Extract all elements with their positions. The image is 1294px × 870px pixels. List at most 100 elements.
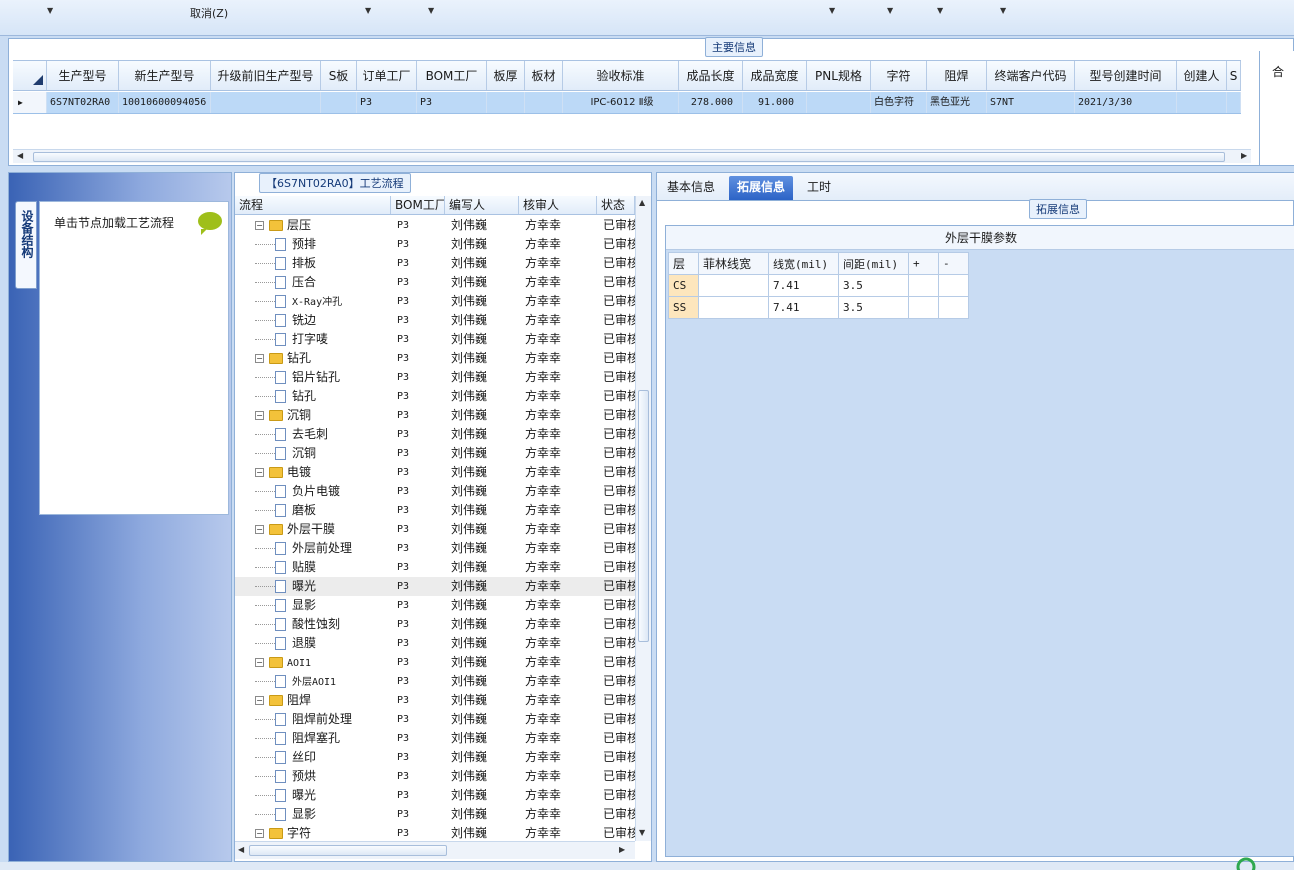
tree-node[interactable]: 酸性蚀刻 — [235, 615, 391, 634]
column-header[interactable]: 创建人 — [1177, 61, 1227, 90]
dropdown-arrow-icon[interactable]: ▼ — [829, 6, 835, 15]
tree-node[interactable]: 外层前处理 — [235, 539, 391, 558]
grid-cell[interactable]: 白色字符 — [871, 92, 927, 113]
tree-group-row[interactable]: − 阻焊 P3 刘伟巍 方幸幸 已审核 — [235, 691, 635, 710]
tab-extended-info[interactable]: 拓展信息 — [729, 176, 794, 200]
tree-group-row[interactable]: − 外层干膜 P3 刘伟巍 方幸幸 已审核 — [235, 520, 635, 539]
main-grid-row[interactable]: ▶ 6S7NT02RA0 10010600094056 P3 P3 IPC-6012 Ⅱ级… — [13, 92, 1241, 114]
film-cell[interactable] — [698, 296, 769, 319]
grid-cell[interactable]: S7NT — [987, 92, 1075, 113]
tree-column-header[interactable]: 流程 — [235, 196, 391, 214]
grid-cell[interactable] — [525, 92, 563, 113]
main-grid-horizontal-scrollbar[interactable]: ◀ ▶ — [13, 149, 1251, 163]
tree-column-header[interactable]: 编写人 — [445, 196, 519, 214]
grid-cell[interactable]: 黑色亚光 — [927, 92, 987, 113]
tree-node[interactable]: 显影 — [235, 596, 391, 615]
collapse-icon[interactable]: − — [255, 525, 264, 534]
scroll-up-arrow-icon[interactable]: ▲ — [639, 198, 645, 207]
film-cell[interactable]: 7.41 — [768, 274, 839, 297]
tree-node[interactable]: − 沉铜 — [235, 406, 391, 425]
process-vertical-scrollbar[interactable]: ▲ ▼ — [635, 196, 651, 841]
film-cell[interactable] — [938, 296, 969, 319]
tree-step-row[interactable]: 铝片钻孔 P3 刘伟巍 方幸幸 已审核 — [235, 368, 635, 387]
grid-cell[interactable] — [1177, 92, 1227, 113]
tree-step-row[interactable]: 外层AOI1 P3 刘伟巍 方幸幸 已审核 — [235, 672, 635, 691]
film-cell[interactable] — [698, 274, 769, 297]
tree-node[interactable]: 沉铜 — [235, 444, 391, 463]
tree-step-row[interactable]: 外层前处理 P3 刘伟巍 方幸幸 已审核 — [235, 539, 635, 558]
tree-step-row[interactable]: 压合 P3 刘伟巍 方幸幸 已审核 — [235, 273, 635, 292]
film-cell[interactable] — [938, 274, 969, 297]
collapse-icon[interactable]: − — [255, 696, 264, 705]
film-cell[interactable]: 7.41 — [768, 296, 839, 319]
tree-node[interactable]: 去毛刺 — [235, 425, 391, 444]
tree-step-row[interactable]: 铣边 P3 刘伟巍 方幸幸 已审核 — [235, 311, 635, 330]
tab-work-hours[interactable]: 工时 — [799, 176, 839, 200]
grid-cell[interactable]: 2021/3/30 — [1075, 92, 1177, 113]
tree-step-row[interactable]: 负片电镀 P3 刘伟巍 方幸幸 已审核 — [235, 482, 635, 501]
dropdown-arrow-icon[interactable]: ▼ — [1000, 6, 1006, 15]
tree-column-header[interactable]: 状态 — [597, 196, 635, 214]
column-header[interactable]: 字符 — [871, 61, 927, 90]
tree-node[interactable]: 显影 — [235, 805, 391, 824]
grid-cell[interactable]: IPC-6012 Ⅱ级 — [563, 92, 679, 113]
tree-step-row[interactable]: 酸性蚀刻 P3 刘伟巍 方幸幸 已审核 — [235, 615, 635, 634]
column-header[interactable]: 阻焊 — [927, 61, 987, 90]
tree-node[interactable]: X-Ray冲孔 — [235, 292, 391, 311]
collapse-icon[interactable]: − — [255, 354, 264, 363]
grid-cell[interactable] — [321, 92, 357, 113]
tree-group-row[interactable]: − 层压 P3 刘伟巍 方幸幸 已审核 — [235, 216, 635, 235]
tree-step-row[interactable]: 阻焊前处理 P3 刘伟巍 方幸幸 已审核 — [235, 710, 635, 729]
tree-step-row[interactable]: 退膜 P3 刘伟巍 方幸幸 已审核 — [235, 634, 635, 653]
column-header[interactable]: 终端客户代码 — [987, 61, 1075, 90]
column-header[interactable]: S — [1227, 61, 1241, 90]
tree-node[interactable]: 排板 — [235, 254, 391, 273]
grid-cell[interactable]: P3 — [357, 92, 417, 113]
collapse-icon[interactable]: − — [255, 468, 264, 477]
tree-node[interactable]: 铣边 — [235, 311, 391, 330]
scroll-left-arrow-icon[interactable]: ◀ — [17, 151, 23, 160]
tree-step-row[interactable]: 显影 P3 刘伟巍 方幸幸 已审核 — [235, 596, 635, 615]
column-header[interactable]: 验收标准 — [563, 61, 679, 90]
tree-group-row[interactable]: − 字符 P3 刘伟巍 方幸幸 已审核 — [235, 824, 635, 840]
dropdown-arrow-icon[interactable]: ▼ — [428, 6, 434, 15]
film-cell[interactable] — [908, 296, 939, 319]
column-header[interactable]: 生产型号 — [47, 61, 119, 90]
film-cell[interactable]: SS — [668, 296, 699, 319]
collapse-icon[interactable]: − — [255, 221, 264, 230]
tree-node[interactable]: 打字唛 — [235, 330, 391, 349]
tree-node[interactable]: 阻焊前处理 — [235, 710, 391, 729]
grid-cell[interactable] — [211, 92, 321, 113]
tree-group-row[interactable]: − 沉铜 P3 刘伟巍 方幸幸 已审核 — [235, 406, 635, 425]
column-header[interactable]: 板厚 — [487, 61, 525, 90]
tree-node[interactable]: − 钻孔 — [235, 349, 391, 368]
tree-node[interactable]: 压合 — [235, 273, 391, 292]
tree-group-row[interactable]: − 钻孔 P3 刘伟巍 方幸幸 已审核 — [235, 349, 635, 368]
tree-step-row[interactable]: 磨板 P3 刘伟巍 方幸幸 已审核 — [235, 501, 635, 520]
scrollbar-thumb[interactable] — [249, 845, 447, 856]
tree-node[interactable]: 退膜 — [235, 634, 391, 653]
tree-group-row[interactable]: − AOI1 P3 刘伟巍 方幸幸 已审核 — [235, 653, 635, 672]
film-cell[interactable]: 3.5 — [838, 274, 909, 297]
column-header[interactable]: 成品宽度 — [743, 61, 807, 90]
grid-cell[interactable] — [807, 92, 871, 113]
collapse-icon[interactable]: − — [255, 829, 264, 838]
tree-step-row[interactable]: 预排 P3 刘伟巍 方幸幸 已审核 — [235, 235, 635, 254]
film-cell[interactable]: CS — [668, 274, 699, 297]
scrollbar-thumb[interactable] — [638, 390, 649, 642]
tab-equipment-structure[interactable]: 设备结构 — [15, 201, 37, 289]
tree-step-row[interactable]: 曝光 P3 刘伟巍 方幸幸 已审核 — [235, 786, 635, 805]
cancel-menu-label[interactable]: 取消(Z) — [190, 5, 228, 21]
tree-node[interactable]: − 层压 — [235, 216, 391, 235]
tree-step-row[interactable]: 沉铜 P3 刘伟巍 方幸幸 已审核 — [235, 444, 635, 463]
scroll-right-arrow-icon[interactable]: ▶ — [619, 845, 625, 854]
column-header[interactable]: 新生产型号 — [119, 61, 211, 90]
tree-column-header[interactable]: 核审人 — [519, 196, 597, 214]
column-header[interactable]: 成品长度 — [679, 61, 743, 90]
tree-node[interactable]: 曝光 — [235, 786, 391, 805]
tree-node[interactable]: − 外层干膜 — [235, 520, 391, 539]
tree-node[interactable]: − 电镀 — [235, 463, 391, 482]
grid-cell[interactable]: 91.000 — [743, 92, 807, 113]
tree-node[interactable]: 磨板 — [235, 501, 391, 520]
grid-cell[interactable]: 10010600094056 — [119, 92, 211, 113]
